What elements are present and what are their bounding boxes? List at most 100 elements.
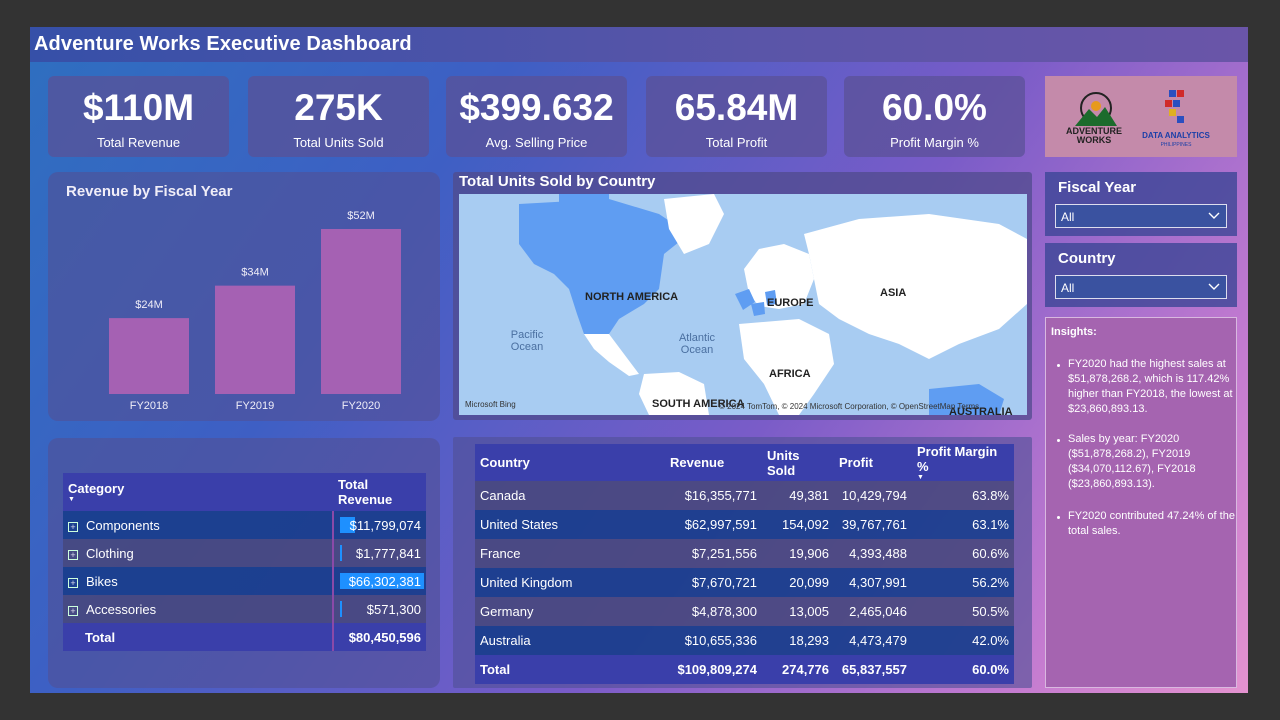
revenue-by-fiscal-year-chart[interactable]: Revenue by Fiscal Year $24M FY2018 $34M FY2… xyxy=(48,172,440,421)
header-country[interactable]: Country xyxy=(475,444,665,481)
margin-cell: 60.6% xyxy=(972,546,1009,561)
country-cell: Canada xyxy=(480,488,526,503)
header-total-revenue[interactable]: Total Revenue xyxy=(333,473,426,511)
table-row[interactable]: Australia $10,655,336 18,293 4,473,479 4… xyxy=(475,626,1014,655)
map-title: Total Units Sold by Country xyxy=(459,173,656,190)
table-row[interactable]: Germany $4,878,300 13,005 2,465,046 50.5… xyxy=(475,597,1014,626)
expand-icon[interactable]: + xyxy=(68,605,78,616)
country-performance-table[interactable]: Country Revenue Units Sold Profit Profit… xyxy=(475,444,1014,684)
table-row[interactable]: France $7,251,556 19,906 4,393,488 60.6% xyxy=(475,539,1014,568)
total-margin: 60.0% xyxy=(972,662,1009,677)
table-row[interactable]: Canada $16,355,771 49,381 10,429,794 63.… xyxy=(475,481,1014,510)
fiscal-year-slicer[interactable]: Fiscal Year All xyxy=(1045,172,1237,236)
revenue-cell: $62,997,591 xyxy=(684,517,757,532)
total-value: $80,450,596 xyxy=(348,629,421,645)
country-cell: France xyxy=(480,546,521,561)
country-cell: Australia xyxy=(480,633,531,648)
units-by-country-map-panel[interactable]: Total Units Sold by Country NORTH AMERIC… xyxy=(453,172,1032,420)
header-profit[interactable]: Profit xyxy=(834,444,912,481)
insights-heading: Insights: xyxy=(1051,326,1097,338)
slicer-title: Fiscal Year xyxy=(1058,179,1137,196)
revenue-value: $11,799,074 xyxy=(349,517,421,533)
dashboard-title: Adventure Works Executive Dashboard xyxy=(34,33,412,55)
table-row[interactable]: United States $62,997,591 154,092 39,767… xyxy=(475,510,1014,539)
data-bar xyxy=(340,545,343,561)
kpi-value: 60.0% xyxy=(882,87,987,128)
bullet-icon xyxy=(1057,439,1060,442)
label-asia: ASIA xyxy=(880,287,907,299)
header-label: Profit Margin % xyxy=(917,444,998,474)
svg-text:PHILIPPINES: PHILIPPINES xyxy=(1161,142,1193,148)
label-africa: AFRICA xyxy=(769,368,811,380)
insight-item: FY2020 contributed 47.24% of the total s… xyxy=(1068,510,1235,537)
insight-item: FY2020 had the highest sales at $51,878,… xyxy=(1068,358,1233,415)
units-cell: 20,099 xyxy=(789,575,829,590)
country-cell: United Kingdom xyxy=(480,575,573,590)
adventure-works-logo: ADVENTURE WORKS xyxy=(1066,92,1122,145)
expand-icon[interactable]: + xyxy=(68,549,78,560)
table-row[interactable]: + Bikes $66,302,381 xyxy=(63,567,426,595)
bing-logo: Microsoft Bing xyxy=(465,400,516,409)
chevron-down-icon xyxy=(1208,212,1220,219)
kpi-label: Avg. Selling Price xyxy=(485,135,588,150)
profit-cell: 4,393,488 xyxy=(849,546,907,561)
header-units-sold[interactable]: Units Sold xyxy=(762,444,834,481)
table-row[interactable]: + Accessories $571,300 xyxy=(63,595,426,623)
header-revenue[interactable]: Revenue xyxy=(665,444,762,481)
total-label: Total xyxy=(480,662,511,677)
total-revenue: $109,809,274 xyxy=(677,662,757,677)
bar-fy2019[interactable] xyxy=(215,285,295,394)
revenue-value: $66,302,381 xyxy=(348,573,421,589)
table-row[interactable]: United Kingdom $7,670,721 20,099 4,307,9… xyxy=(475,568,1014,597)
kpi-card-total-profit[interactable]: 65.84M Total Profit xyxy=(646,76,827,157)
map-attribution[interactable]: © 2024 TomTom, © 2024 Microsoft Corporat… xyxy=(719,402,979,411)
x-tick-label: FY2020 xyxy=(342,400,381,412)
fiscal-year-dropdown[interactable]: All xyxy=(1055,204,1227,228)
kpi-card-total-units-sold[interactable]: 275K Total Units Sold xyxy=(248,76,429,157)
map-shapes xyxy=(519,194,1027,415)
chevron-down-icon xyxy=(1208,283,1220,290)
kpi-label: Total Profit xyxy=(705,135,768,150)
world-map[interactable]: NORTH AMERICA EUROPE ASIA AFRICA SOUTH A… xyxy=(459,194,1027,415)
data-label: $34M xyxy=(241,267,269,279)
category-name: Clothing xyxy=(86,545,134,561)
profit-cell: 10,429,794 xyxy=(841,488,907,503)
kpi-card-avg-selling-price[interactable]: $399.632 Avg. Selling Price xyxy=(446,76,627,157)
country-slicer[interactable]: Country All xyxy=(1045,243,1237,307)
bar-fy2020[interactable] xyxy=(321,229,401,394)
table-row[interactable]: + Components $11,799,074 xyxy=(63,511,426,539)
header-profit-margin[interactable]: Profit Margin % ▼ xyxy=(912,444,1014,481)
slicer-title: Country xyxy=(1058,250,1116,267)
total-row: Total $80,450,596 xyxy=(63,623,426,651)
total-units: 274,776 xyxy=(782,662,829,677)
units-cell: 19,906 xyxy=(789,546,829,561)
dashboard-canvas: Adventure Works Executive Dashboard $110… xyxy=(30,27,1248,693)
margin-cell: 63.8% xyxy=(972,488,1009,503)
expand-icon[interactable]: + xyxy=(68,577,78,588)
revenue-cell: $7,251,556 xyxy=(691,546,757,561)
insights-panel: Insights: FY2020 had the highest sales a… xyxy=(1045,317,1237,688)
margin-cell: 50.5% xyxy=(972,604,1009,619)
profit-cell: 4,307,991 xyxy=(849,575,907,590)
header-category[interactable]: Category ▼ xyxy=(63,473,333,511)
bar-fy2018[interactable] xyxy=(109,318,189,394)
bar-chart-svg: $24M FY2018 $34M FY2019 $52M FY2020 xyxy=(109,210,401,412)
svg-text:DATA ANALYTICS: DATA ANALYTICS xyxy=(1142,131,1210,140)
dropdown-value: All xyxy=(1061,281,1075,295)
revenue-cell: $7,670,721 xyxy=(691,575,757,590)
category-revenue-table[interactable]: Category ▼ Total Revenue + Components $11… xyxy=(63,473,426,651)
dropdown-value: All xyxy=(1061,210,1075,224)
margin-cell: 42.0% xyxy=(972,633,1009,648)
expand-icon[interactable]: + xyxy=(68,521,78,532)
revenue-cell: $16,355,771 xyxy=(684,488,757,503)
country-dropdown[interactable]: All xyxy=(1055,275,1227,299)
country-cell: United States xyxy=(480,517,559,532)
profit-cell: 4,473,479 xyxy=(849,633,907,648)
bullet-icon xyxy=(1057,516,1060,519)
bullet-icon xyxy=(1057,364,1060,367)
profit-cell: 2,465,046 xyxy=(849,604,907,619)
kpi-card-profit-margin[interactable]: 60.0% Profit Margin % xyxy=(844,76,1025,157)
insight-item: Sales by year: FY2020 ($51,878,268.2), F… xyxy=(1068,433,1196,490)
kpi-card-total-revenue[interactable]: $110M Total Revenue xyxy=(48,76,229,157)
table-row[interactable]: + Clothing $1,777,841 xyxy=(63,539,426,567)
